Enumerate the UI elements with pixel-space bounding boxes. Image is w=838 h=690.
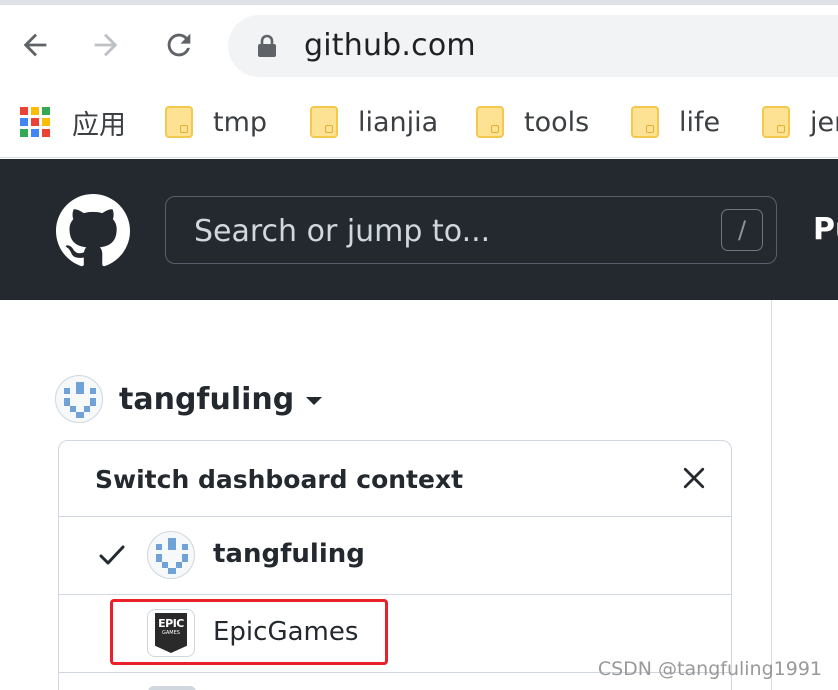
layout-divider [771,300,772,690]
lock-icon [258,34,276,57]
identicon-icon [156,538,188,574]
dropdown-header: Switch dashboard context [59,441,731,517]
folder-icon [310,106,338,138]
bookmark-label: lianjia [358,106,439,138]
bookmark-label: jen [810,106,838,138]
folder-icon [476,106,504,138]
forward-button[interactable] [86,25,126,65]
search-placeholder: Search or jump to... [194,214,491,249]
address-bar[interactable]: github.com [228,15,838,77]
folder-icon [631,106,659,138]
watermark-text: CSDN @tangfuling1991 [597,658,822,680]
close-icon[interactable] [679,463,709,493]
browser-toolbar: github.com [0,5,838,88]
bookmark-folder-lianjia[interactable]: lianjia [310,102,438,142]
apps-grid-icon [20,107,50,137]
bookmark-label: tmp [213,106,268,138]
context-switcher-button[interactable]: tangfuling [55,374,323,424]
reload-button[interactable] [159,25,199,65]
back-arrow-icon [23,33,47,57]
search-shortcut-key: / [721,209,763,251]
reload-icon [167,33,191,57]
bookmark-label: tools [524,106,590,138]
folder-icon [762,106,790,138]
github-mark-icon[interactable] [56,194,130,268]
caret-down-icon [306,397,323,405]
search-input[interactable]: Search or jump to... / [165,196,777,264]
epic-games-logo-icon: EPIC GAMES [147,609,195,657]
avatar [147,531,195,579]
epic-logo-text: EPIC [158,617,184,630]
checkmark-icon [99,545,125,565]
context-item-tangfuling[interactable]: tangfuling [59,517,731,595]
context-item-label: tangfuling [213,539,365,569]
switch-context-dropdown: Switch dashboard context tangfuling EPIC… [58,440,732,690]
url-text: github.com [304,28,476,63]
back-button[interactable] [15,25,55,65]
bookmark-folder-life[interactable]: life [631,102,720,142]
epic-logo-subtext: GAMES [162,630,180,636]
forward-arrow-icon [94,33,118,57]
dropdown-title: Switch dashboard context [95,465,464,494]
bookmark-folder-tools[interactable]: tools [476,102,589,142]
folder-icon [165,106,193,138]
avatar [55,375,103,423]
context-item-label: EpicGames [213,617,359,647]
nav-link-truncated[interactable]: Pu [813,212,838,247]
bookmark-folder-jen[interactable]: jen [762,102,838,142]
bookmark-apps[interactable]: 应用 [20,102,126,142]
identicon-icon [64,382,96,418]
bookmark-apps-label: 应用 [72,109,126,141]
bookmark-folder-tmp[interactable]: tmp [165,102,267,142]
bookmarks-bar: 应用 tmp lianjia tools life jen [0,88,838,158]
context-username: tangfuling [119,381,295,417]
bookmark-label: life [679,106,721,138]
avatar [148,686,196,690]
